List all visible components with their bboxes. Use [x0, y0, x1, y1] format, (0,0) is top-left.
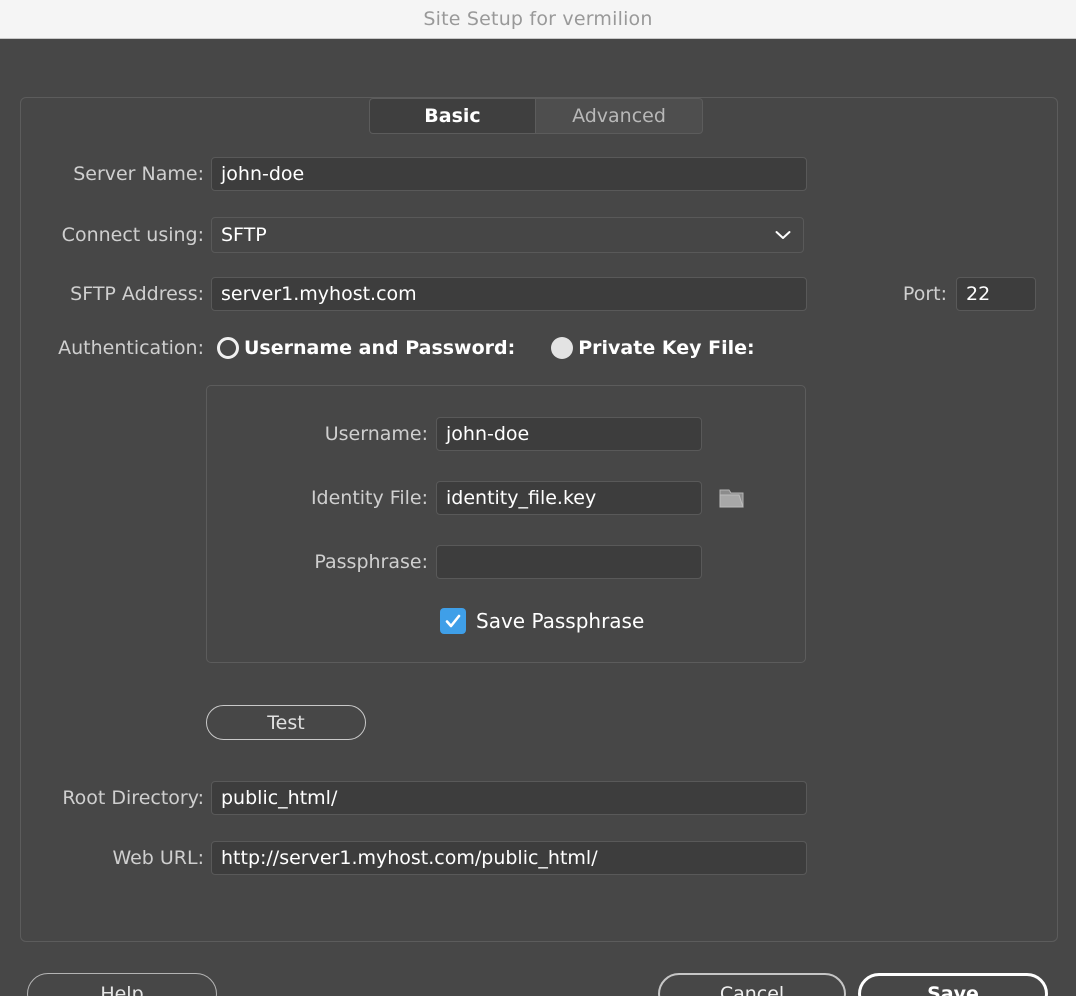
connect-using-label: Connect using: [40, 224, 204, 246]
folder-icon [719, 487, 745, 509]
port-row: Port: 22 [895, 277, 1036, 311]
authentication-row: Authentication: Username and Password: P… [38, 337, 755, 359]
tab-advanced-label: Advanced [572, 105, 666, 127]
username-input[interactable]: john-doe [436, 417, 702, 451]
save-passphrase-checkbox[interactable]: Save Passphrase [440, 608, 644, 634]
root-directory-input[interactable]: public_html/ [211, 781, 807, 815]
server-name-value: john-doe [221, 163, 304, 185]
save-button-label: Save [927, 983, 979, 996]
server-name-label: Server Name: [40, 163, 204, 185]
root-directory-label: Root Directory: [40, 787, 204, 809]
root-directory-value: public_html/ [221, 787, 337, 809]
sftp-address-row: SFTP Address: server1.myhost.com [50, 277, 807, 311]
port-label: Port: [895, 283, 947, 305]
passphrase-input[interactable] [436, 545, 702, 579]
identity-file-label: Identity File: [278, 487, 428, 509]
checkmark-icon [444, 612, 462, 630]
radio-private-key-file-label: Private Key File: [578, 337, 754, 359]
username-row: Username: john-doe [278, 417, 702, 451]
identity-file-input[interactable]: identity_file.key [436, 481, 702, 515]
server-name-row: Server Name: john-doe [40, 157, 807, 191]
radio-username-password-label: Username and Password: [244, 337, 515, 359]
save-button[interactable]: Save [858, 973, 1048, 996]
identity-file-value: identity_file.key [446, 487, 596, 509]
help-button-label: Help [100, 983, 143, 996]
passphrase-row: Passphrase: [278, 545, 702, 579]
radio-private-key-file-icon [551, 337, 573, 359]
web-url-row: Web URL: http://server1.myhost.com/publi… [100, 841, 807, 875]
help-button[interactable]: Help [27, 973, 217, 996]
identity-file-browse-button[interactable] [718, 486, 746, 510]
cancel-button[interactable]: Cancel [658, 973, 846, 996]
web-url-input[interactable]: http://server1.myhost.com/public_html/ [211, 841, 807, 875]
radio-private-key-file[interactable]: Private Key File: [551, 337, 754, 359]
window-titlebar: Site Setup for vermilion [0, 0, 1076, 39]
sftp-address-input[interactable]: server1.myhost.com [211, 277, 807, 311]
connect-using-value: SFTP [221, 224, 267, 246]
authentication-label: Authentication: [38, 337, 204, 359]
test-connection-label: Test [267, 712, 304, 734]
tab-basic-label: Basic [424, 105, 480, 127]
tab-bar: Basic Advanced [369, 98, 703, 134]
test-connection-button[interactable]: Test [206, 705, 366, 740]
sftp-address-label: SFTP Address: [50, 283, 204, 305]
radio-username-password[interactable]: Username and Password: [217, 337, 515, 359]
port-input[interactable]: 22 [956, 277, 1036, 311]
site-setup-dialog: Basic Advanced Server Name: john-doe Con… [0, 39, 1076, 996]
save-passphrase-label: Save Passphrase [476, 609, 644, 633]
passphrase-label: Passphrase: [278, 551, 428, 573]
chevron-down-icon [775, 230, 791, 240]
tab-basic[interactable]: Basic [369, 98, 536, 134]
connect-using-row: Connect using: SFTP [40, 217, 804, 253]
root-directory-row: Root Directory: public_html/ [40, 781, 807, 815]
radio-username-password-icon [217, 337, 239, 359]
window-title: Site Setup for vermilion [423, 8, 652, 30]
server-name-input[interactable]: john-doe [211, 157, 807, 191]
tab-advanced[interactable]: Advanced [536, 98, 703, 134]
cancel-button-label: Cancel [720, 983, 784, 996]
port-value: 22 [966, 283, 990, 305]
web-url-label: Web URL: [100, 847, 204, 869]
identity-file-row: Identity File: identity_file.key [278, 481, 746, 515]
web-url-value: http://server1.myhost.com/public_html/ [221, 847, 598, 869]
username-value: john-doe [446, 423, 529, 445]
sftp-address-value: server1.myhost.com [221, 283, 417, 305]
connect-using-select[interactable]: SFTP [211, 217, 804, 253]
save-passphrase-checkbox-box [440, 608, 466, 634]
username-label: Username: [278, 423, 428, 445]
